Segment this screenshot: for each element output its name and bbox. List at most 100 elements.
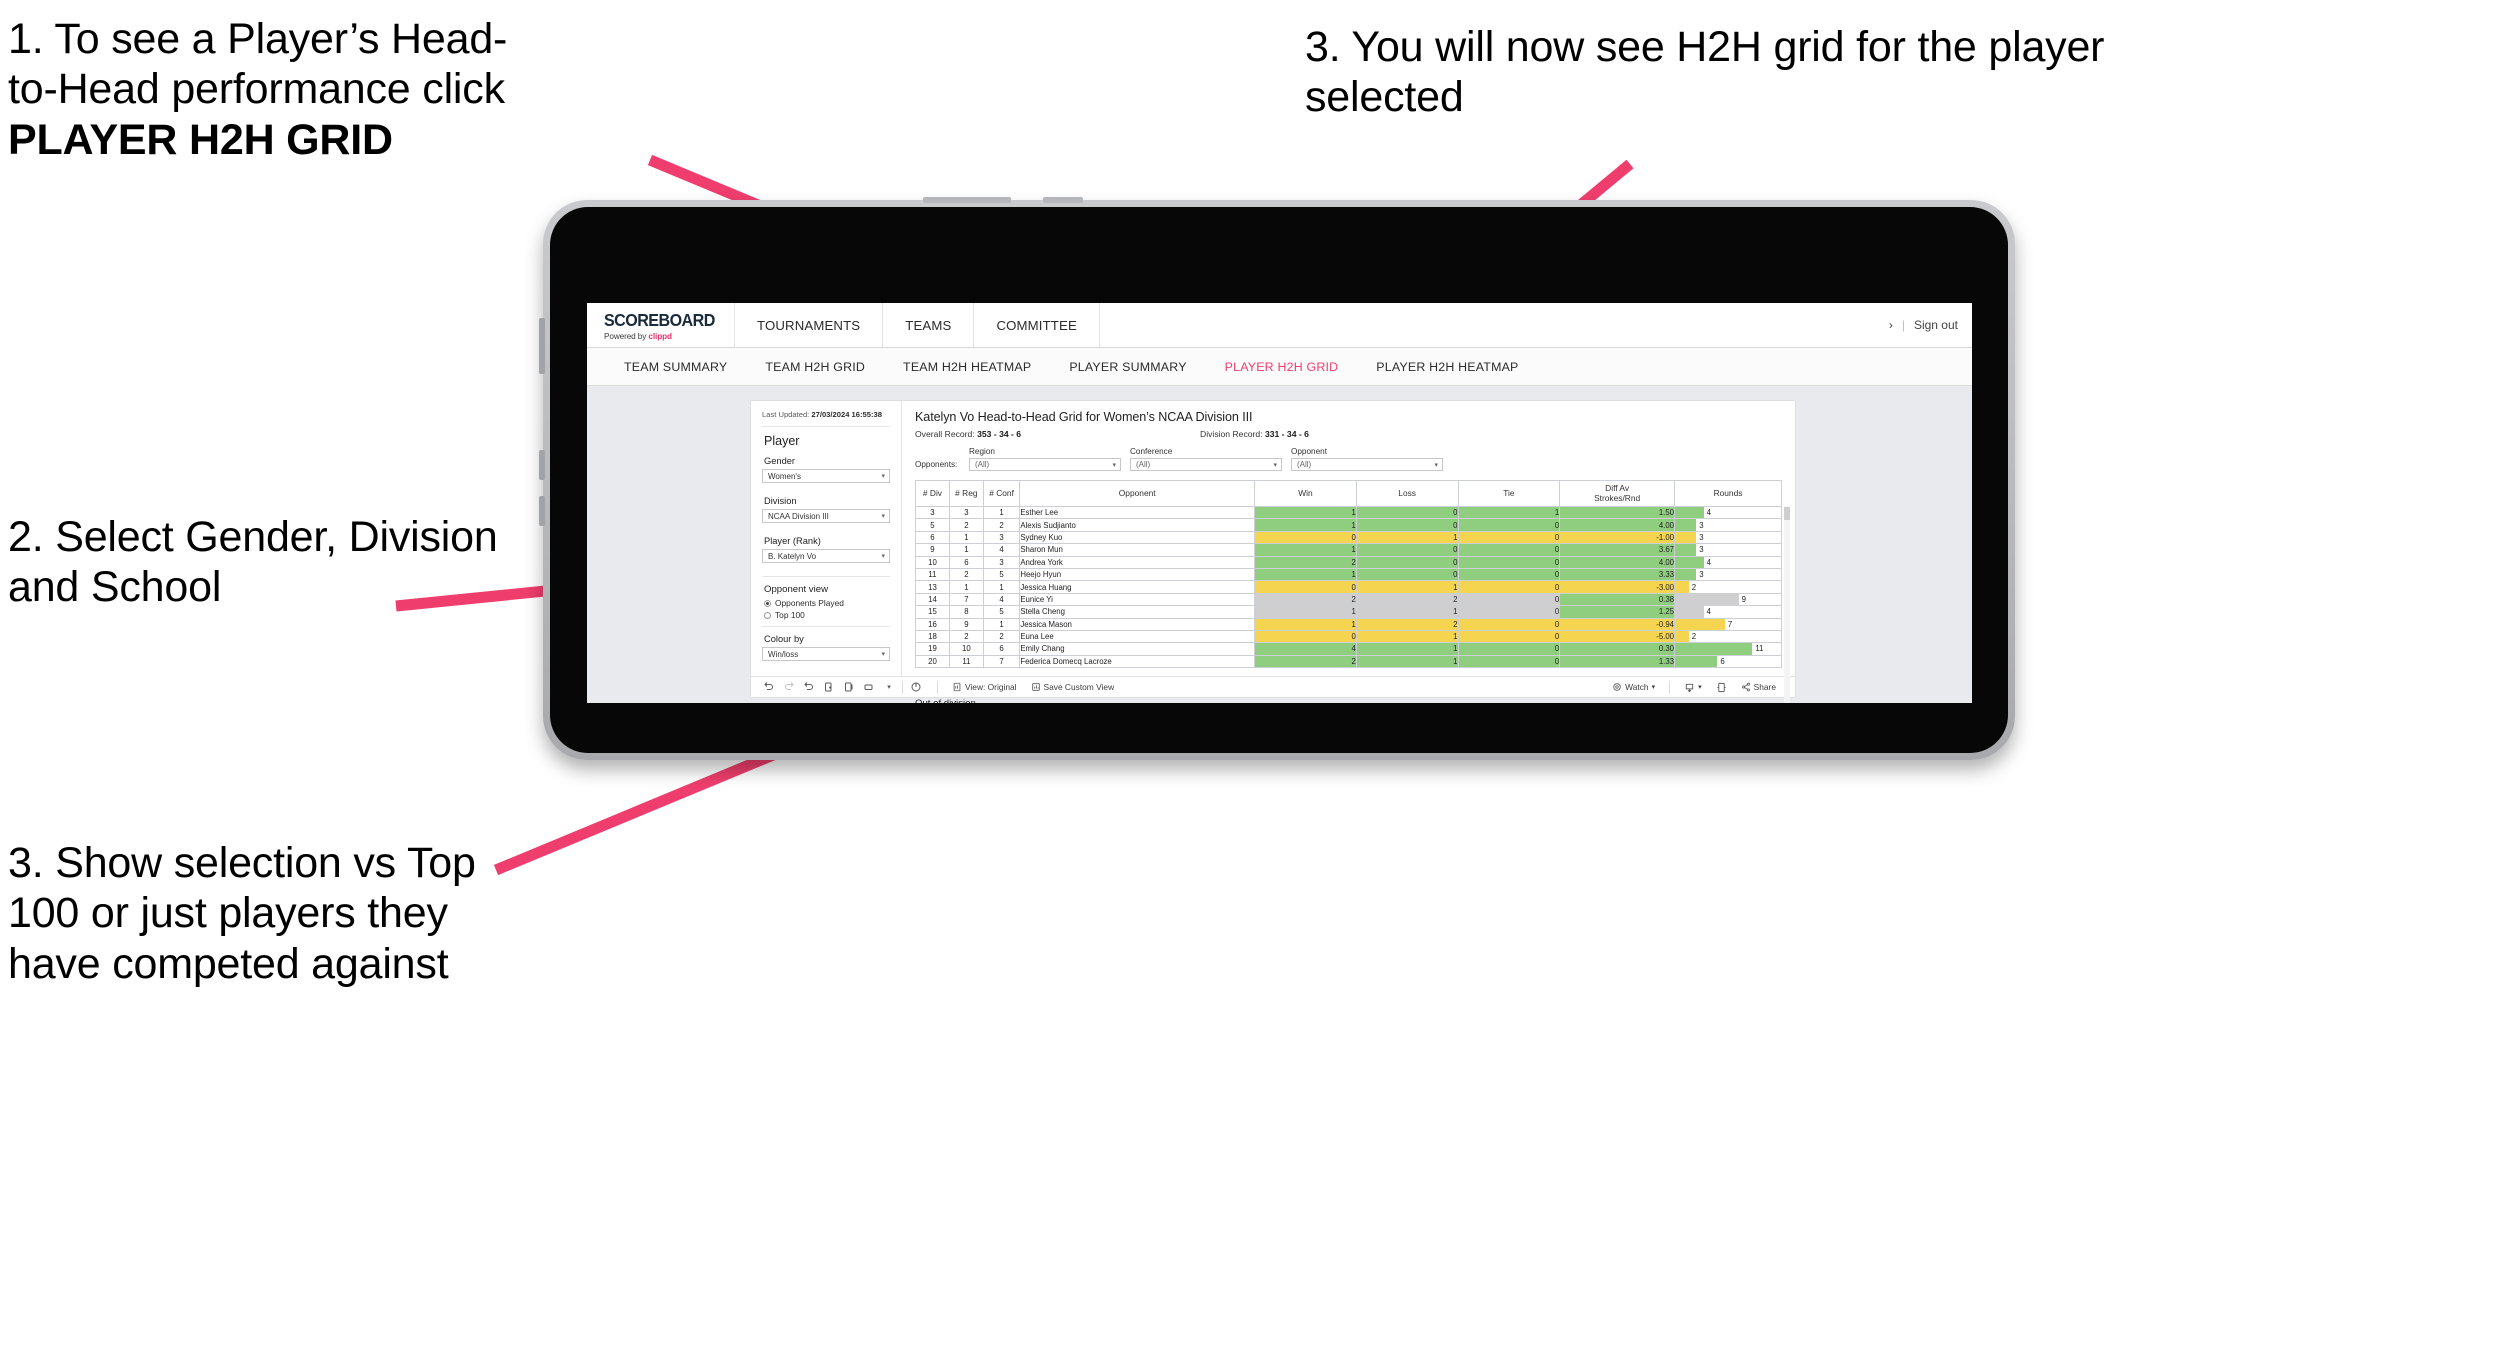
top-nav-right-group: › | Sign out [1889,303,1972,347]
table-scrollbar-thumb[interactable] [1784,507,1790,520]
chevron-down-icon[interactable]: ▾ [883,683,895,691]
table-row[interactable]: 13 1 1 Jessica Huang 0 1 0 -3.00 2 [915,580,1782,594]
player-rank-select[interactable]: B. Katelyn Vo ▾ [762,549,890,564]
radio-top-100[interactable]: Top 100 [764,610,890,620]
sidebar-heading-player: Player [764,434,800,449]
cell-loss: 2 [1355,617,1459,631]
filter-opponent-value: (All) [1297,460,1312,469]
cell-conf: 7 [982,654,1021,669]
table-row[interactable]: 14 7 4 Eunice Yi 2 2 0 0.38 9 [915,592,1782,607]
cell-tie: 0 [1457,555,1561,569]
cell-diff: 0.30 [1559,642,1675,656]
table-row[interactable]: 11 2 5 Heejo Hyun 1 0 0 3.33 3 [915,567,1782,582]
refresh-icon[interactable] [823,681,843,693]
callout-1-line1: 1. To see a Player’s Head- [8,15,508,63]
division-record-value: 331 - 34 - 6 [1264,429,1309,439]
cell-div: 9 [915,543,950,557]
secondary-top-button[interactable] [1043,197,1083,203]
table-header-row: # Div # Reg # Conf Opponent Win Loss Tie [915,480,1782,507]
cell-conf: 4 [982,592,1021,607]
toolbar-divider-1 [902,680,903,694]
cell-tie: 0 [1457,617,1561,631]
cell-rounds: 2 [1674,629,1782,644]
filter-sidebar: Last Updated: 27/03/2024 16:55:38 Player… [751,401,902,698]
table-row[interactable]: 9 1 4 Sharon Mun 1 0 0 3.67 3 [915,543,1782,557]
cell-diff: 1.33 [1559,654,1675,669]
filter-opponent-select[interactable]: (All) ▾ [1291,458,1443,471]
col-conf: # Conf [982,480,1021,507]
redo-icon[interactable] [783,681,803,693]
table-row[interactable]: 3 3 1 Esther Lee 1 0 1 1.50 4 [915,505,1782,520]
table-row[interactable]: 19 10 6 Emily Chang 4 1 0 0.30 11 [915,642,1782,656]
filter-conference-select[interactable]: (All) ▾ [1130,458,1282,471]
table-row[interactable]: 18 2 2 Euna Lee 0 1 0 -5.00 2 [915,629,1782,644]
cell-loss: 0 [1355,543,1459,557]
col-reg-label: # Reg [955,487,978,498]
table-row[interactable]: 20 11 7 Federica Domecq Lacroze 2 1 0 1.33 6 [915,654,1782,669]
col-win: Win [1254,480,1357,507]
out-of-division-title: Out of division [915,698,1782,703]
chevron-right-icon[interactable]: › [1889,318,1893,332]
pause-icon[interactable] [843,681,863,693]
brand-logo[interactable]: SCOREBOARD Powered by clippd [587,303,735,347]
table-scrollbar-track[interactable] [1784,506,1790,703]
volume-button-2[interactable] [539,450,545,480]
cell-conf: 1 [982,580,1021,594]
table-row[interactable]: 15 8 5 Stella Cheng 1 1 0 1.25 4 [915,605,1782,619]
last-updated-label: Last Updated: [762,410,812,419]
callout-1-bold: PLAYER H2H GRID [8,115,393,164]
division-select[interactable]: NCAA Division III ▾ [762,509,890,524]
nav-item-teams[interactable]: TEAMS [883,303,975,347]
filter-region-select[interactable]: (All) ▾ [969,458,1121,471]
undo-icon[interactable] [763,681,783,693]
cell-win: 1 [1254,617,1357,631]
sign-out-link[interactable]: Sign out [1914,318,1958,332]
cell-win: 1 [1254,505,1357,520]
col-div: # Div [915,480,950,507]
callout-step-1: 1. To see a Player’s Head- to-Head perfo… [8,14,738,165]
tab-team-h2h-heatmap[interactable]: TEAM H2H HEATMAP [884,360,1050,374]
division-label: Division [764,496,797,507]
nav-item-committee[interactable]: COMMITTEE [974,303,1100,347]
pan-icon[interactable] [863,681,883,693]
chevron-down-icon: ▾ [881,553,885,561]
tab-player-summary[interactable]: PLAYER SUMMARY [1050,360,1205,374]
cell-loss: 1 [1355,580,1459,594]
page-title: Katelyn Vo Head-to-Head Grid for Women’s… [915,410,1253,424]
gender-select[interactable]: Women's ▾ [762,469,890,484]
cell-tie: 0 [1457,592,1561,607]
cell-diff: 0.38 [1559,592,1675,607]
player-rank-label: Player (Rank) [764,536,821,547]
player-rank-value: B. Katelyn Vo [768,551,817,561]
nav-item-tournaments[interactable]: TOURNAMENTS [735,303,884,347]
colour-by-value: Win/loss [768,649,799,659]
chevron-down-icon: ▾ [881,473,885,481]
revert-icon[interactable] [803,681,823,693]
callout-step-4: 3. You will now see H2H grid for the pla… [1305,23,2105,122]
division-value: NCAA Division III [768,511,829,521]
volume-button-3[interactable] [539,496,545,526]
cell-tie: 1 [1457,505,1561,520]
sidebar-divider-1 [762,426,890,428]
table-row[interactable]: 16 9 1 Jessica Mason 1 2 0 -0.94 7 [915,617,1782,631]
cell-win: 0 [1254,580,1357,594]
cell-reg: 11 [948,654,984,669]
top-navigation-bar: SCOREBOARD Powered by clippd TOURNAMENTS… [587,303,1972,348]
table-row[interactable]: 10 6 3 Andrea York 2 0 0 4.00 4 [915,555,1782,569]
cell-tie: 0 [1457,530,1561,545]
tab-team-summary[interactable]: TEAM SUMMARY [605,360,746,374]
table-row[interactable]: 6 1 3 Sydney Kuo 0 1 0 -1.00 3 [915,530,1782,545]
brand-sub-prefix: Powered by [604,331,649,341]
colour-by-select[interactable]: Win/loss ▾ [762,647,890,662]
power-button[interactable] [923,197,1011,203]
tab-player-h2h-heatmap[interactable]: PLAYER H2H HEATMAP [1357,360,1537,374]
table-row[interactable]: 5 2 2 Alexis Sudjianto 1 0 0 4.00 3 [915,518,1782,532]
cell-rounds: 7 [1674,617,1782,631]
volume-button-1[interactable] [539,318,545,374]
cell-div: 16 [915,617,950,631]
radio-opponents-played[interactable]: Opponents Played [764,598,890,608]
radio-unselected-icon [764,611,771,619]
tab-player-h2h-grid[interactable]: PLAYER H2H GRID [1206,360,1358,374]
tab-team-h2h-grid[interactable]: TEAM H2H GRID [746,360,884,374]
colour-by-label: Colour by [764,634,804,645]
